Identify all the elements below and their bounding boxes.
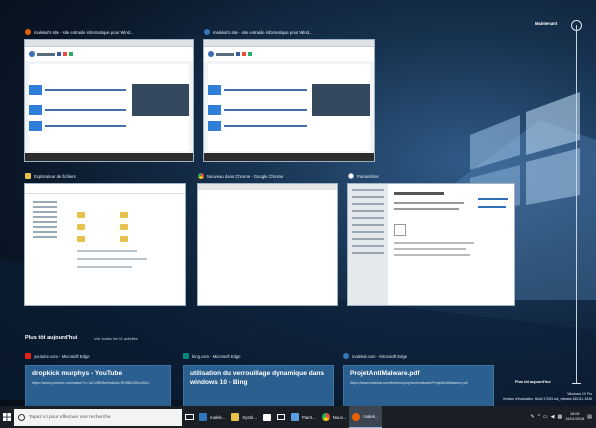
activity-card[interactable]: utilisation du verrouillage dynamique da… bbox=[183, 365, 334, 408]
see-all-activities-link[interactable]: Voir toutes les 11 activités bbox=[94, 337, 138, 341]
activity-card-source: bing.com - Microsoft Edge bbox=[183, 353, 241, 359]
mail-icon[interactable] bbox=[274, 406, 288, 428]
keyboard-icon[interactable]: ▦ bbox=[558, 414, 563, 420]
edge-icon bbox=[343, 353, 349, 359]
evaluation-watermark: Windows 10 Pro Version d'évaluation. Bui… bbox=[502, 392, 592, 401]
chrome-icon bbox=[198, 173, 204, 179]
window-thumb-title: Nouveau dans Chrome - Google Chrome bbox=[198, 173, 348, 179]
chrome-icon bbox=[321, 413, 330, 421]
window-thumbnail-edge[interactable] bbox=[203, 39, 375, 162]
windows-logo-icon bbox=[3, 413, 11, 421]
activity-card-url: https://www.youtube.com/watch?v=1dCxBE0k… bbox=[32, 380, 150, 385]
pen-icon[interactable]: ✎ bbox=[530, 414, 534, 420]
start-button[interactable] bbox=[0, 406, 14, 428]
paint-icon bbox=[291, 413, 300, 421]
activity-card-source: malekal.com - Microsoft Edge bbox=[343, 353, 407, 359]
taskbar-app-edge[interactable]: malek... bbox=[196, 406, 228, 428]
timeline-tick bbox=[572, 383, 581, 384]
timeline-earlier-label[interactable]: Plus tôt aujourd'hui bbox=[515, 380, 551, 384]
task-view-icon[interactable] bbox=[182, 406, 196, 428]
edge-icon bbox=[204, 29, 210, 35]
window-thumb-title: malekal's site - site entraide informati… bbox=[204, 29, 374, 35]
notification-icon[interactable]: ▤ bbox=[587, 414, 592, 420]
youtube-icon bbox=[25, 353, 31, 359]
activity-card-source: youtube.com - Microsoft Edge bbox=[25, 353, 90, 359]
taskbar-clock[interactable]: 18:08 15/01/2018 bbox=[565, 412, 584, 422]
cortana-circle-icon bbox=[18, 413, 25, 421]
folder-icon bbox=[231, 413, 240, 421]
earlier-today-heading: Plus tôt aujourd'hui bbox=[25, 335, 78, 341]
taskbar-app-chrome[interactable]: Nouv... bbox=[319, 406, 350, 428]
firefox-icon bbox=[25, 29, 31, 35]
firefox-icon bbox=[352, 412, 361, 421]
search-placeholder: Tapez ici pour effectuer une recherche bbox=[29, 414, 111, 420]
window-thumbnail-chrome[interactable] bbox=[197, 183, 338, 306]
taskbar: Tapez ici pour effectuer une recherche m… bbox=[0, 406, 596, 428]
system-tray: ✎ ^ ▭ ◀ ▦ 18:08 15/01/2018 ▤ bbox=[530, 412, 596, 422]
folder-icon bbox=[25, 173, 31, 179]
network-icon[interactable]: ▭ bbox=[543, 414, 548, 420]
activity-card-title: utilisation du verrouillage dynamique da… bbox=[190, 370, 325, 386]
activity-card-url: https://www.malekal.com/fichiers/projeta… bbox=[350, 380, 468, 385]
bing-icon bbox=[183, 353, 189, 359]
window-thumbnail-explorer[interactable] bbox=[24, 183, 186, 306]
timeline-track[interactable] bbox=[576, 25, 577, 383]
activity-card-title: ProjetAntiMalware.pdf bbox=[350, 370, 420, 377]
timeline-desktop: malekal's site - site entraide informati… bbox=[0, 0, 596, 428]
window-thumb-title: malekal's site - site entraide informati… bbox=[25, 29, 193, 35]
timeline-now-label: Maintenant bbox=[535, 21, 558, 26]
store-icon[interactable] bbox=[260, 406, 274, 428]
taskbar-search-box[interactable]: Tapez ici pour effectuer une recherche bbox=[14, 408, 182, 426]
window-thumb-title: Explorateur de fichiers bbox=[25, 173, 185, 179]
window-thumb-title: Paramètres bbox=[348, 173, 498, 179]
volume-icon[interactable]: ◀ bbox=[551, 414, 555, 420]
window-thumbnail-settings[interactable] bbox=[347, 183, 515, 306]
taskbar-app-paint[interactable]: Paint... bbox=[288, 406, 319, 428]
taskbar-app-firefox[interactable]: malek... bbox=[349, 406, 382, 428]
gear-icon bbox=[348, 173, 354, 179]
activity-card[interactable]: dropkick murphys - YouTube https://www.y… bbox=[25, 365, 171, 408]
edge-icon bbox=[199, 413, 207, 421]
chevron-up-icon[interactable]: ^ bbox=[538, 414, 540, 420]
window-thumbnail-firefox[interactable] bbox=[24, 39, 194, 162]
activity-card[interactable]: ProjetAntiMalware.pdf https://www.maleka… bbox=[343, 365, 494, 408]
timeline-scrubber-handle[interactable] bbox=[571, 20, 582, 31]
taskbar-app-explorer[interactable]: Systè... bbox=[228, 406, 260, 428]
activity-card-title: dropkick murphys - YouTube bbox=[32, 370, 123, 377]
